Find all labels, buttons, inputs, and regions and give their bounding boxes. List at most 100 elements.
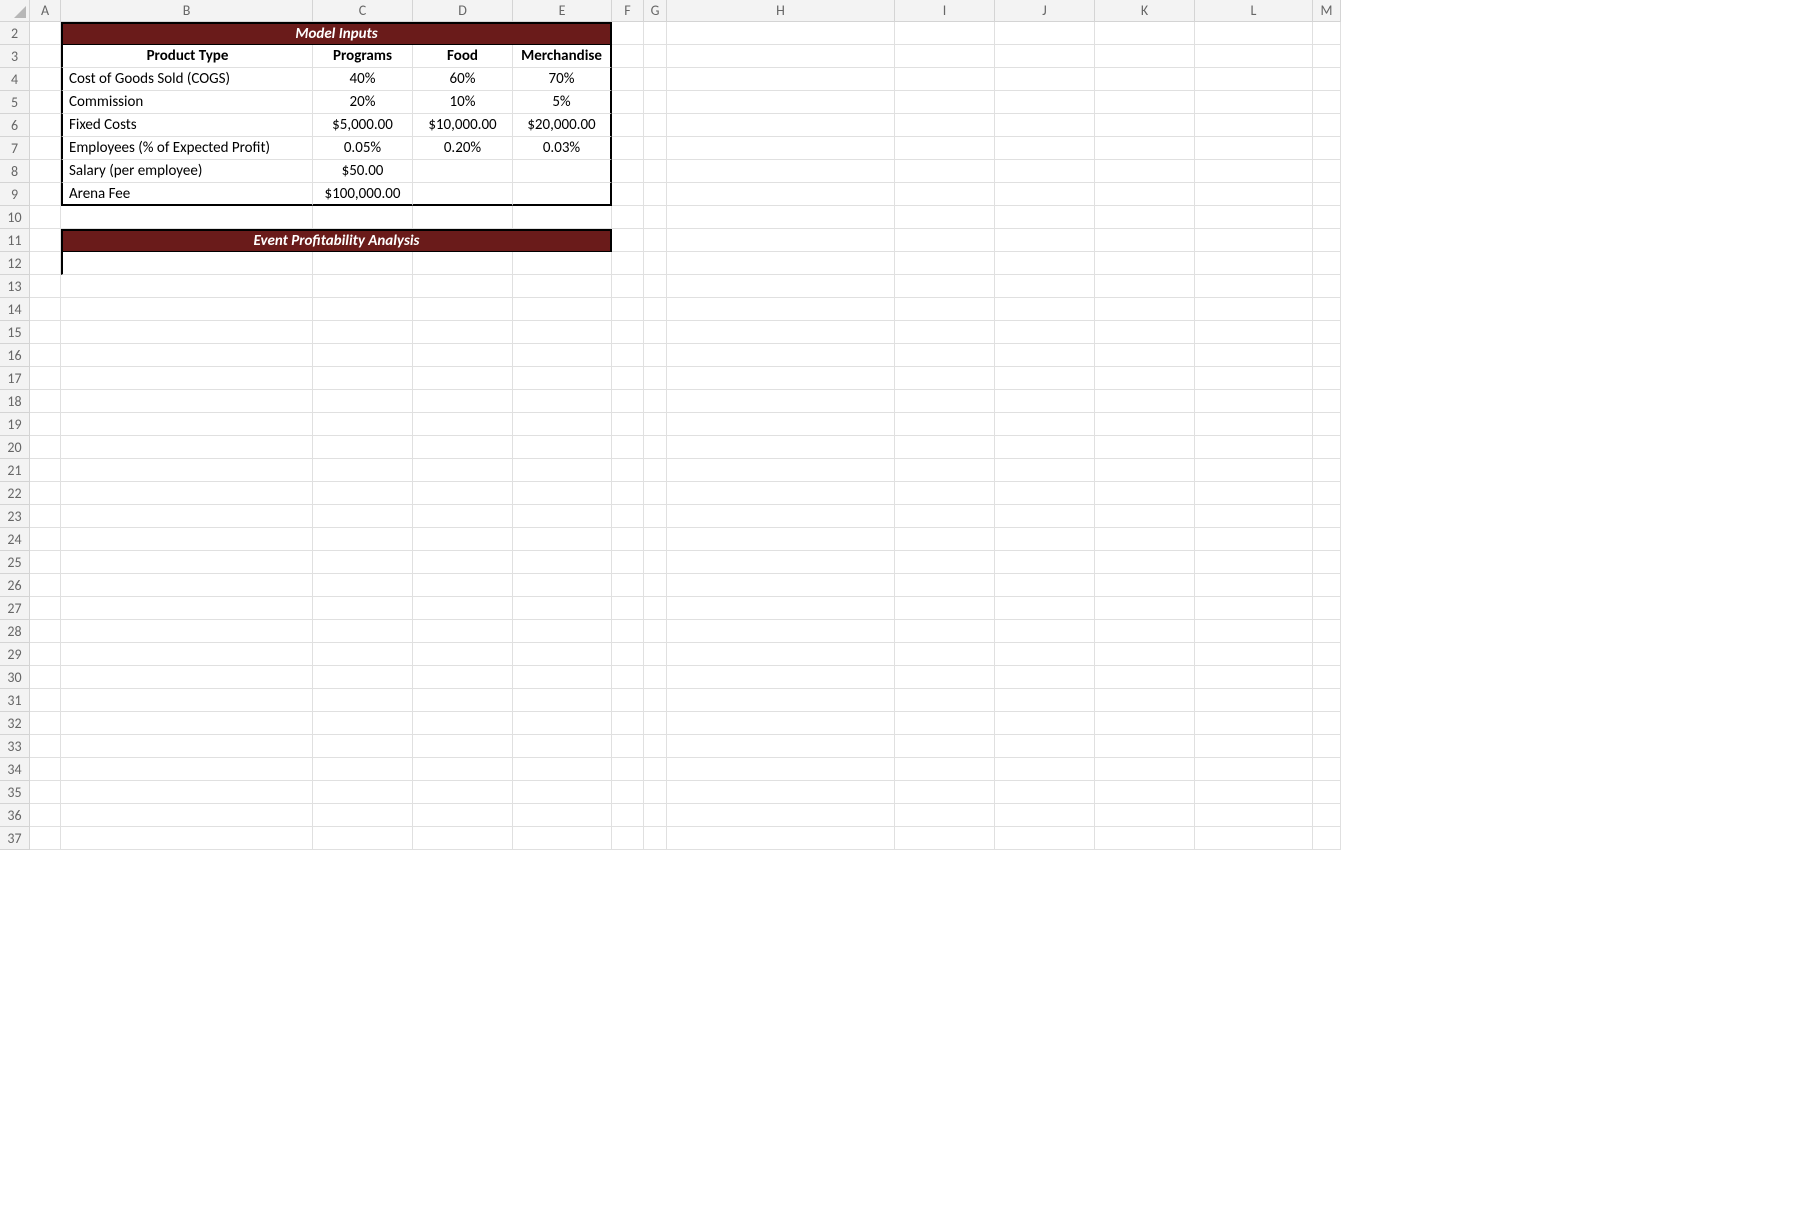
- cell-E34[interactable]: [513, 758, 612, 781]
- cell-G11[interactable]: [644, 229, 667, 252]
- cell-B8[interactable]: Salary (per employee): [61, 160, 313, 183]
- cell-M7[interactable]: [1313, 137, 1341, 160]
- cell-K2[interactable]: [1095, 22, 1195, 45]
- cell-M32[interactable]: [1313, 712, 1341, 735]
- cell-L20[interactable]: [1195, 436, 1313, 459]
- row-header-5[interactable]: 5: [0, 91, 30, 114]
- cell-K7[interactable]: [1095, 137, 1195, 160]
- cell-D9[interactable]: [413, 183, 513, 206]
- cell-L32[interactable]: [1195, 712, 1313, 735]
- row-header-31[interactable]: 31: [0, 689, 30, 712]
- column-header-B[interactable]: B: [61, 0, 313, 22]
- cell-D4[interactable]: 60%: [413, 68, 513, 91]
- cell-K9[interactable]: [1095, 183, 1195, 206]
- cell-C24[interactable]: [313, 528, 413, 551]
- cell-M31[interactable]: [1313, 689, 1341, 712]
- cell-L37[interactable]: [1195, 827, 1313, 850]
- cell-F15[interactable]: [612, 321, 644, 344]
- cell-C17[interactable]: [313, 367, 413, 390]
- cell-E3[interactable]: Merchandise: [513, 45, 612, 68]
- row-header-16[interactable]: 16: [0, 344, 30, 367]
- cell-G21[interactable]: [644, 459, 667, 482]
- cell-D3[interactable]: Food: [413, 45, 513, 68]
- cell-A18[interactable]: [30, 390, 61, 413]
- row-header-11[interactable]: 11: [0, 229, 30, 252]
- row-header-34[interactable]: 34: [0, 758, 30, 781]
- cell-I16[interactable]: [895, 344, 995, 367]
- cell-I22[interactable]: [895, 482, 995, 505]
- row-header-6[interactable]: 6: [0, 114, 30, 137]
- cell-C21[interactable]: [313, 459, 413, 482]
- cell-K36[interactable]: [1095, 804, 1195, 827]
- cell-B30[interactable]: [61, 666, 313, 689]
- cell-L30[interactable]: [1195, 666, 1313, 689]
- cell-M18[interactable]: [1313, 390, 1341, 413]
- cell-K16[interactable]: [1095, 344, 1195, 367]
- cell-L5[interactable]: [1195, 91, 1313, 114]
- cell-E31[interactable]: [513, 689, 612, 712]
- cell-A14[interactable]: [30, 298, 61, 321]
- cell-C4[interactable]: 40%: [313, 68, 413, 91]
- cell-A37[interactable]: [30, 827, 61, 850]
- row-header-14[interactable]: 14: [0, 298, 30, 321]
- cell-G31[interactable]: [644, 689, 667, 712]
- row-header-15[interactable]: 15: [0, 321, 30, 344]
- cell-D33[interactable]: [413, 735, 513, 758]
- cell-A20[interactable]: [30, 436, 61, 459]
- cell-M29[interactable]: [1313, 643, 1341, 666]
- cell-M20[interactable]: [1313, 436, 1341, 459]
- column-header-E[interactable]: E: [513, 0, 612, 22]
- cell-E5[interactable]: 5%: [513, 91, 612, 114]
- cell-G6[interactable]: [644, 114, 667, 137]
- cell-M22[interactable]: [1313, 482, 1341, 505]
- cell-K18[interactable]: [1095, 390, 1195, 413]
- cell-E23[interactable]: [513, 505, 612, 528]
- column-header-G[interactable]: G: [644, 0, 667, 22]
- cell-I14[interactable]: [895, 298, 995, 321]
- row-header-25[interactable]: 25: [0, 551, 30, 574]
- cell-I6[interactable]: [895, 114, 995, 137]
- cell-G2[interactable]: [644, 22, 667, 45]
- cell-I26[interactable]: [895, 574, 995, 597]
- cell-D31[interactable]: [413, 689, 513, 712]
- cell-K30[interactable]: [1095, 666, 1195, 689]
- cell-K26[interactable]: [1095, 574, 1195, 597]
- cell-J26[interactable]: [995, 574, 1095, 597]
- column-header-J[interactable]: J: [995, 0, 1095, 22]
- row-header-23[interactable]: 23: [0, 505, 30, 528]
- cell-I17[interactable]: [895, 367, 995, 390]
- cell-I21[interactable]: [895, 459, 995, 482]
- model-inputs-product-type-header[interactable]: Product Type: [61, 45, 313, 68]
- cell-A24[interactable]: [30, 528, 61, 551]
- cell-K23[interactable]: [1095, 505, 1195, 528]
- cell-H16[interactable]: [667, 344, 895, 367]
- row-header-32[interactable]: 32: [0, 712, 30, 735]
- cell-J4[interactable]: [995, 68, 1095, 91]
- cell-I36[interactable]: [895, 804, 995, 827]
- cell-M3[interactable]: [1313, 45, 1341, 68]
- cell-M14[interactable]: [1313, 298, 1341, 321]
- cell-B18[interactable]: [61, 390, 313, 413]
- cell-M30[interactable]: [1313, 666, 1341, 689]
- cell-M24[interactable]: [1313, 528, 1341, 551]
- cell-I12[interactable]: [895, 252, 995, 275]
- cell-D8[interactable]: [413, 160, 513, 183]
- cell-D24[interactable]: [413, 528, 513, 551]
- cell-A31[interactable]: [30, 689, 61, 712]
- cell-G15[interactable]: [644, 321, 667, 344]
- cell-G9[interactable]: [644, 183, 667, 206]
- cell-D30[interactable]: [413, 666, 513, 689]
- cell-E12[interactable]: [513, 252, 612, 275]
- cell-D23[interactable]: [413, 505, 513, 528]
- cell-A30[interactable]: [30, 666, 61, 689]
- cell-B36[interactable]: [61, 804, 313, 827]
- cell-K28[interactable]: [1095, 620, 1195, 643]
- cell-K15[interactable]: [1095, 321, 1195, 344]
- cell-E6[interactable]: $20,000.00: [513, 114, 612, 137]
- cell-C9[interactable]: $100,000.00: [313, 183, 413, 206]
- column-header-H[interactable]: H: [667, 0, 895, 22]
- cell-G12[interactable]: [644, 252, 667, 275]
- cell-I7[interactable]: [895, 137, 995, 160]
- cell-E36[interactable]: [513, 804, 612, 827]
- cell-G17[interactable]: [644, 367, 667, 390]
